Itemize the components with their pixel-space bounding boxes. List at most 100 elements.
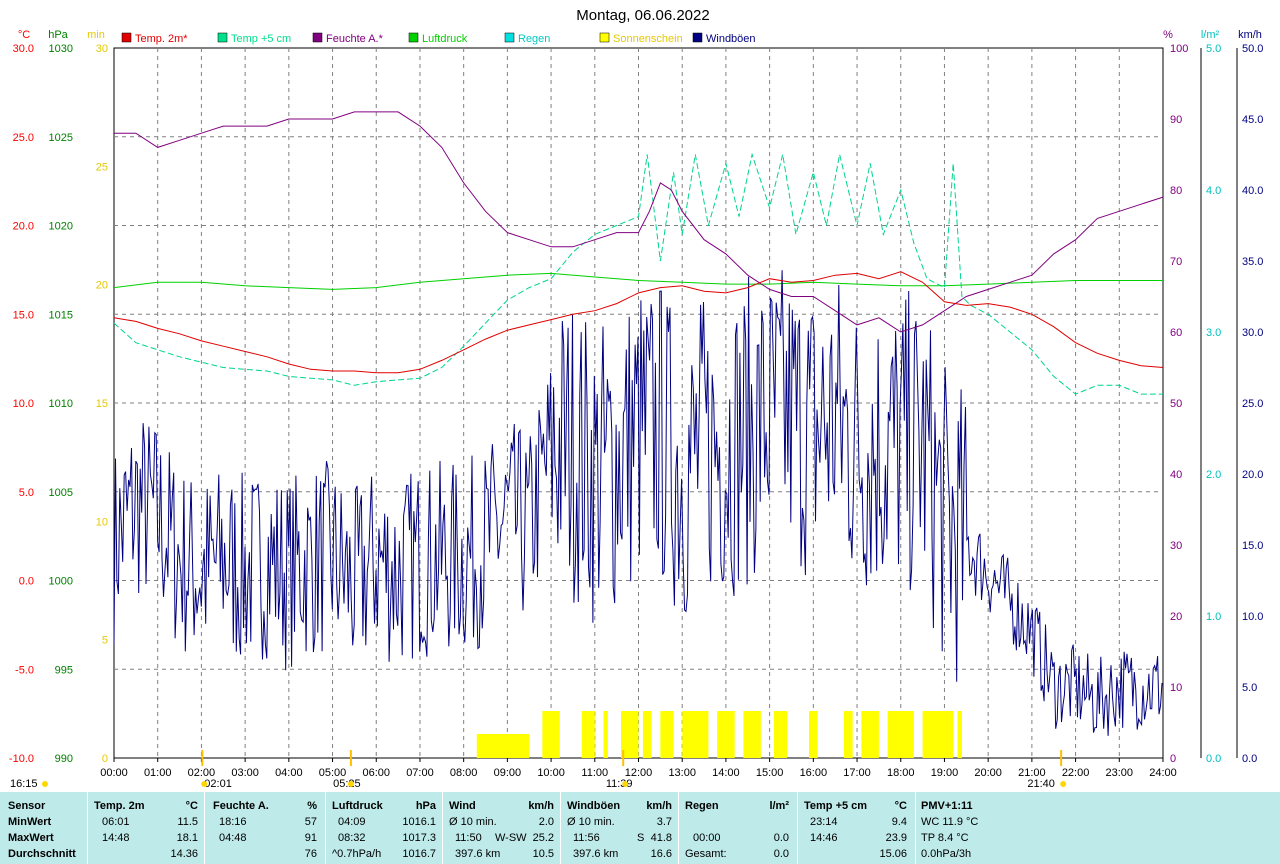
- humidity-max-time: 04:48: [219, 832, 247, 844]
- humidity-axis-tick-label: 20: [1170, 611, 1182, 623]
- row-label-avg: Durchschnitt: [8, 848, 76, 860]
- sunmin-axis-tick-label: 20: [96, 280, 108, 292]
- stats-col-humidity: Feuchte A.% 18:16 57 04:48 91 76: [204, 792, 325, 864]
- temp-axis-tick-label: 25.0: [13, 132, 34, 144]
- legend-label: Feuchte A.*: [326, 33, 384, 45]
- wind-axis-tick-label: 25.0: [1242, 398, 1263, 410]
- temp5-title: Temp +5 cm: [804, 800, 868, 812]
- wind-axis-tick-label: 35.0: [1242, 256, 1263, 268]
- wind-min: 2.0: [538, 816, 554, 828]
- pressure-axis-tick-label: 990: [55, 753, 73, 765]
- humidity-axis-tick-label: 80: [1170, 185, 1182, 197]
- sunshine-bar: [660, 711, 674, 758]
- temp-axis-tick-label: 5.0: [19, 487, 34, 499]
- sunmin-axis-tick-label: 25: [96, 161, 108, 173]
- wind-axis-tick-label: 20.0: [1242, 469, 1263, 481]
- legend-swatch: [692, 32, 703, 43]
- x-tick-label: 06:00: [362, 767, 390, 779]
- wind-axis-tick-label: 0.0: [1242, 753, 1257, 765]
- x-tick-label: 08:00: [450, 767, 478, 779]
- x-tick-label: 04:00: [275, 767, 303, 779]
- temp2m-avg: 14.36: [170, 848, 198, 860]
- stats-col-pressure: Luftdruck hPa 04:09 1016.1 08:32 1017.3 ^0.…: [325, 792, 442, 864]
- rain-axis-tick-label: 0.0: [1206, 753, 1221, 765]
- legend-label: Regen: [518, 33, 550, 45]
- legend-swatch: [217, 32, 228, 43]
- sun-marker: [201, 781, 208, 787]
- x-tick-label: 18:00: [887, 767, 915, 779]
- humidity-max: 91: [304, 832, 317, 844]
- temp2m-unit: °C: [185, 800, 198, 812]
- gust-unit: km/h: [646, 800, 672, 812]
- legend-label: Luftdruck: [422, 33, 468, 45]
- humidity-axis-tick-label: 40: [1170, 469, 1182, 481]
- rain-max: 0.0: [773, 832, 789, 844]
- legend-swatch: [312, 32, 323, 43]
- pressure-axis-tick-label: 1005: [49, 487, 73, 499]
- temp-axis-tick-label: 30.0: [13, 43, 34, 55]
- sunshine-bar: [922, 711, 954, 758]
- stats-col-temp2m: Temp. 2m °C 06:01 11.5 14:48 18.1 14.36: [87, 792, 204, 864]
- humidity-axis-tick-label: 60: [1170, 327, 1182, 339]
- pressure-min-time: 04:09: [338, 816, 366, 828]
- wind-axis-tick-label: 10.0: [1242, 611, 1263, 623]
- temp-axis-tick-label: 20.0: [13, 221, 34, 233]
- temp2m-title: Temp. 2m: [94, 800, 145, 812]
- annotation-label: 16:15: [10, 778, 38, 790]
- wind-axis-tick-label: 5.0: [1242, 682, 1257, 694]
- temp5-min-time: 23:14: [810, 816, 838, 828]
- humidity-axis-tick-label: 100: [1170, 43, 1188, 55]
- humidity-axis-tick-label: 30: [1170, 540, 1182, 552]
- pressure-max: 1017.3: [402, 832, 436, 844]
- pmv-pressure-trend: 0.0hPa/3h: [921, 848, 972, 860]
- humidity-axis-unit: %: [1163, 29, 1173, 41]
- chart-title: Montag, 06.06.2022: [576, 7, 709, 24]
- wind-max: 25.2: [532, 832, 554, 844]
- sunshine-bar: [542, 711, 560, 758]
- sunshine-bar: [887, 711, 914, 758]
- x-tick-label: 15:00: [756, 767, 784, 779]
- legend-swatch: [408, 32, 419, 43]
- legend-label: Temp. 2m*: [135, 33, 188, 45]
- sun-marker: [622, 781, 629, 787]
- row-label-max: MaxWert: [8, 832, 54, 844]
- wind-axis-tick-label: 15.0: [1242, 540, 1263, 552]
- temp-axis-tick-label: -10.0: [9, 753, 34, 765]
- pressure-unit: hPa: [415, 800, 436, 812]
- humidity-min-time: 18:16: [219, 816, 247, 828]
- temp-axis-tick-label: 0.0: [19, 576, 34, 588]
- gust-max-direction: S: [637, 832, 645, 844]
- stats-col-gust: Windböen km/h Ø 10 min. 3.7 11:56 S 41.8 397…: [560, 792, 678, 864]
- x-tick-label: 00:00: [100, 767, 128, 779]
- sunshine-bar: [808, 711, 818, 758]
- row-label-sensor: Sensor: [8, 800, 46, 812]
- temp5-avg: 15.06: [879, 848, 907, 860]
- legend: Temp. 2m* Temp +5 cm Feuchte A.* Luftdruck R…: [121, 32, 756, 45]
- sunshine-bar: [773, 711, 788, 758]
- gust-min: 3.7: [656, 816, 672, 828]
- temp5-max: 23.9: [885, 832, 907, 844]
- pressure-axis-tick-label: 1000: [49, 576, 73, 588]
- humidity-axis-tick-label: 70: [1170, 256, 1182, 268]
- temp2m-min-time: 06:01: [102, 816, 130, 828]
- wind-axis-tick-label: 45.0: [1242, 114, 1263, 126]
- rain-max-time: 00:00: [693, 832, 721, 844]
- pressure-axis-unit: hPa: [48, 29, 68, 41]
- sunmin-axis-tick-label: 30: [96, 43, 108, 55]
- wind-max-time: 11:50: [455, 832, 482, 844]
- sunshine-bar: [843, 711, 853, 758]
- rain-title: Regen: [685, 800, 719, 812]
- sunshine-bar: [476, 734, 530, 758]
- gust-max: 41.8: [650, 832, 672, 844]
- legend-label: Windböen: [706, 33, 756, 45]
- sunshine-bar: [682, 711, 709, 758]
- legend-swatch: [121, 32, 132, 43]
- statistics-panel: Sensor MinWert MaxWert Durchschnitt Temp…: [0, 792, 1280, 864]
- x-tick-label: 19:00: [931, 767, 959, 779]
- pmv-dewpoint: TP 8.4 °C: [921, 832, 969, 844]
- x-tick-label: 14:00: [712, 767, 740, 779]
- x-tick-label: 11:00: [581, 767, 608, 779]
- sunmin-axis-unit: min: [87, 29, 105, 41]
- pressure-title: Luftdruck: [332, 800, 383, 812]
- sun-marker: [42, 781, 48, 787]
